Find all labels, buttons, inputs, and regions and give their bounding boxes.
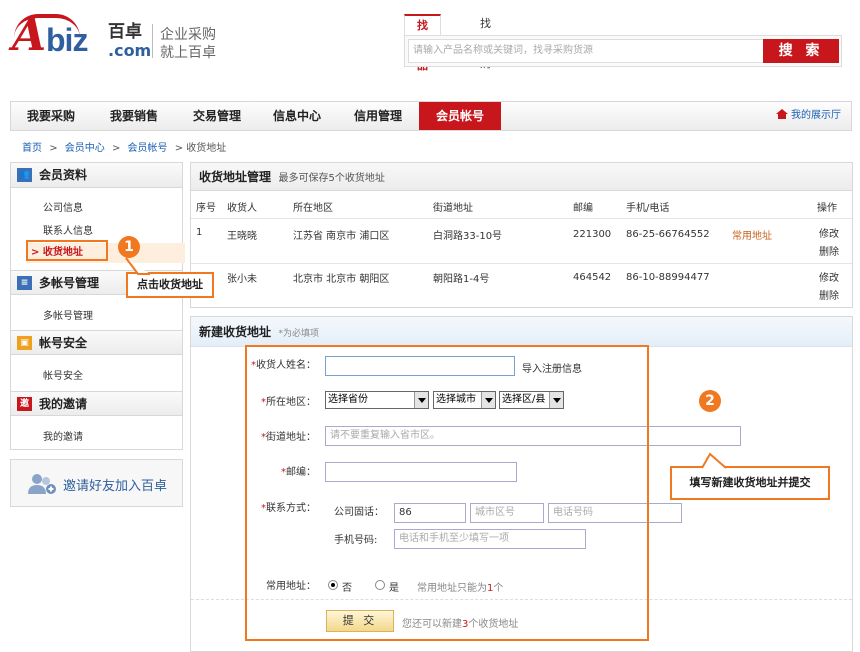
sidebar-section-title: 帐号安全 [39,336,88,350]
member-profile-icon: 👥 [17,168,32,182]
invite-icon: 邀 [17,397,32,411]
multi-account-icon: ≡ [17,276,32,290]
column-header-street: 街道地址 [433,203,473,214]
nav-account[interactable]: 会员帐号 [419,102,501,130]
column-header-no: 序号 [196,203,216,214]
sidebar-section-invite[interactable]: 邀 我的邀请 [11,391,182,416]
row-divider [191,218,852,219]
column-header-zip: 邮编 [573,203,593,214]
step2-callout: 填写新建收货地址并提交 [670,466,830,500]
column-header-phone: 手机/电话 [626,203,670,214]
edit-address-link[interactable]: 修改 [819,269,839,284]
logo-biz-text: biz [46,22,88,58]
cell-zip: 464542 [573,272,612,283]
slogan-line-2: 就上百卓 [160,45,216,61]
delete-address-link[interactable]: 删除 [819,287,839,302]
search-button[interactable]: 搜 索 [763,39,839,63]
logo-dotcom: .com [108,41,152,60]
search-input[interactable]: 请输入产品名称或关键词，找寻采购货源 [408,39,764,63]
sidebar-item-account-security[interactable]: 帐号安全 [43,367,83,382]
sidebar-item-contact-info[interactable]: 联系人信息 [43,222,93,237]
breadcrumb-current: > 收货地址 [174,143,227,154]
search-bar: 请输入产品名称或关键词，找寻采购货源 搜 索 [404,35,842,67]
breadcrumb-member-center[interactable]: 会员中心 [65,143,105,154]
breadcrumb-member-account[interactable]: 会员帐号 [128,143,168,154]
search-tab-purchases[interactable]: 找采购 [468,14,503,70]
cell-region: 江苏省 南京市 浦口区 [293,231,390,242]
showroom-link[interactable]: 我的展示厅 [776,102,841,130]
sidebar-section-profile[interactable]: 👥 会员资料 [11,163,182,188]
step2-highlight [245,345,649,641]
step1-badge: 1 [118,236,140,258]
address-management-panel: 收货地址管理 最多可保存5个收货地址 序号 收货人 所在地区 街道地址 邮编 手… [190,162,853,308]
invite-banner-label: 邀请好友加入百卓 [63,479,168,494]
nav-sell[interactable]: 我要销售 [95,102,173,130]
nav-credit[interactable]: 信用管理 [339,102,417,130]
callout-pointer-icon [125,257,150,275]
row-divider [191,263,852,264]
add-users-icon [28,474,56,494]
search-tab-products[interactable]: 找产品 [404,14,441,72]
cell-zip: 221300 [573,229,612,240]
cell-no: 1 [196,227,203,238]
new-address-header: 新建收货地址 *为必填项 [191,317,852,347]
edit-address-link[interactable]: 修改 [819,225,839,240]
sidebar-item-multi-account[interactable]: 多帐号管理 [43,307,93,322]
nav-trade[interactable]: 交易管理 [177,102,257,130]
home-icon [776,109,788,119]
sidebar-item-my-invites[interactable]: 我的邀请 [43,428,83,443]
cell-street: 白洞路33-10号 [433,231,503,242]
address-panel-header: 收货地址管理 最多可保存5个收货地址 [191,163,852,191]
breadcrumb-sep: > [49,143,58,154]
logo-divider [152,24,153,58]
abiz-logo[interactable]: A biz 百卓 .com 企业采购 就上百卓 [12,14,222,64]
showroom-label: 我的展示厅 [791,110,841,121]
cell-phone: 86-25-66764552 [626,229,710,240]
main-nav: 我要采购 我要销售 交易管理 信息中心 信用管理 会员帐号 我的展示厅 [10,101,852,131]
slogan-line-1: 企业采购 [160,27,216,43]
invite-friends-banner[interactable]: 邀请好友加入百卓 [10,459,183,507]
step1-highlight [26,240,108,261]
sidebar-section-title: 我的邀请 [39,397,88,411]
cell-region: 北京市 北京市 朝阳区 [293,274,390,285]
logo-letter-a: A [12,10,47,61]
breadcrumb-sep: > [111,143,121,154]
cell-street: 朝阳路1-4号 [433,274,490,285]
address-panel-title: 收货地址管理 [199,170,272,184]
step2-badge: 2 [699,390,721,412]
cell-phone: 86-10-88994477 [626,272,710,283]
cell-receiver: 张小未 [227,274,257,285]
sidebar: 👥 会员资料 公司信息 联系人信息 > 收货地址 ≡ 多帐号管理 多帐号管理 ▣… [10,162,185,450]
breadcrumb: 首页 > 会员中心 > 会员帐号 > 收货地址 [22,139,230,154]
default-address-badge: 常用地址 [732,231,772,242]
address-panel-subtitle: 最多可保存5个收货地址 [278,173,385,184]
breadcrumb-home[interactable]: 首页 [22,143,42,154]
sidebar-section-title: 会员资料 [39,168,88,182]
cell-receiver: 王晓晓 [227,231,257,242]
lock-icon: ▣ [17,336,32,350]
sidebar-section-security[interactable]: ▣ 帐号安全 [11,330,182,355]
callout-pointer-icon [701,452,727,469]
nav-info[interactable]: 信息中心 [259,102,335,130]
required-note: *为必填项 [278,329,320,339]
column-header-actions: 操作 [817,203,837,214]
nav-buy[interactable]: 我要采购 [11,102,91,130]
new-address-title: 新建收货地址 [199,325,272,339]
sidebar-section-title: 多帐号管理 [39,276,100,290]
sidebar-item-company-info[interactable]: 公司信息 [43,199,83,214]
column-header-receiver: 收货人 [227,203,257,214]
logo-brand-cn: 百卓 [108,22,142,42]
column-header-region: 所在地区 [293,203,333,214]
delete-address-link[interactable]: 删除 [819,243,839,258]
